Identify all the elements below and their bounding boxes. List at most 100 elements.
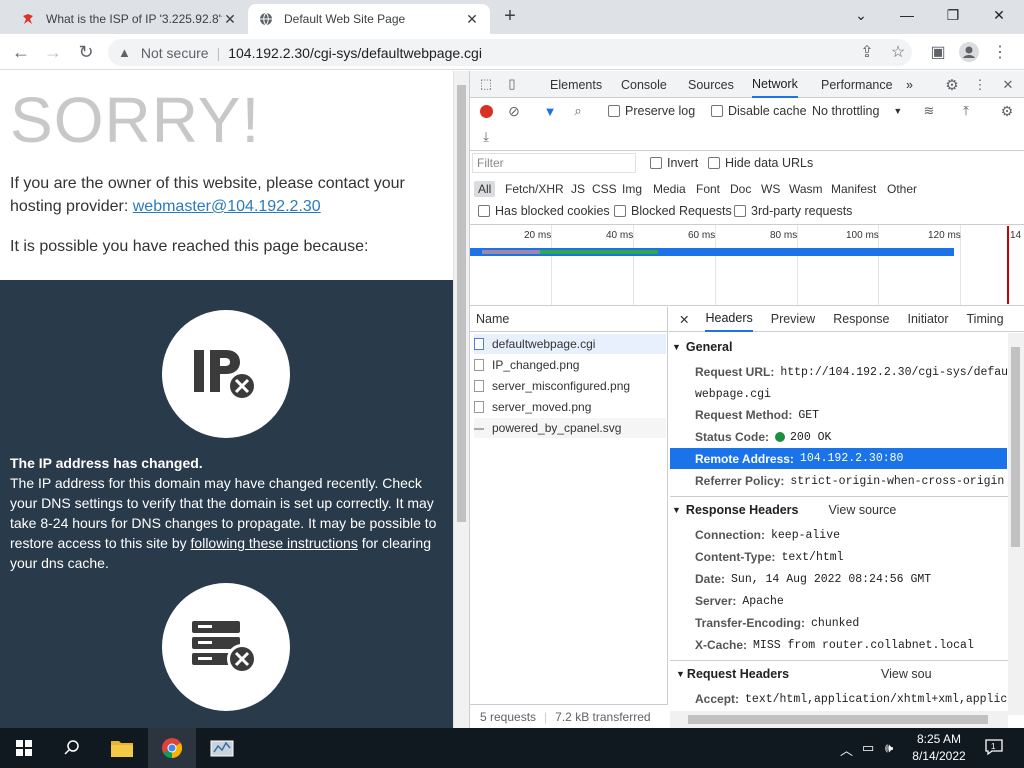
close-devtools-icon[interactable]: ✕ (999, 76, 1017, 94)
filter-input[interactable]: Filter (472, 153, 636, 173)
tab-search-icon[interactable]: ⌄ (838, 0, 884, 30)
type-filter-manifest[interactable]: Manifest (831, 181, 876, 197)
third-party-checkbox[interactable]: 3rd-party requests (734, 204, 852, 218)
type-filter-font[interactable]: Font (696, 181, 720, 197)
chrome-taskbar-icon[interactable] (148, 728, 196, 768)
type-filter-ws[interactable]: WS (761, 181, 780, 197)
tab-performance[interactable]: Performance (821, 71, 893, 98)
clear-icon[interactable]: ⊘ (506, 103, 522, 119)
blocked-cookies-checkbox[interactable]: Has blocked cookies (478, 204, 610, 218)
tab-isp-lookup[interactable]: What is the ISP of IP '3.225.92.8'? ✕ (10, 4, 248, 34)
network-conditions-icon[interactable]: ≋ (920, 103, 938, 119)
tab-network[interactable]: Network (752, 71, 798, 98)
tab-response[interactable]: Response (833, 307, 889, 332)
minimize-icon[interactable]: — (884, 0, 930, 30)
bookmark-star-icon[interactable]: ☆ (886, 40, 910, 64)
search-icon[interactable]: ⌕ (570, 103, 586, 119)
restore-icon[interactable]: ❐ (930, 0, 976, 30)
type-filter-doc[interactable]: Doc (730, 181, 751, 197)
export-har-icon[interactable]: ⤓ (478, 129, 494, 145)
tab-elements[interactable]: Elements (550, 71, 602, 98)
tab-console[interactable]: Console (621, 71, 667, 98)
view-source-link[interactable]: View source (828, 503, 896, 517)
checkbox-box[interactable] (711, 105, 723, 117)
tab-preview[interactable]: Preview (771, 307, 815, 332)
network-settings-icon[interactable]: ⚙ (999, 103, 1015, 119)
show-hidden-icons[interactable]: ︿ (840, 740, 853, 759)
checkbox-box[interactable] (478, 205, 490, 217)
close-tab-icon[interactable]: ✕ (222, 11, 238, 28)
network-tool-taskbar-icon[interactable] (198, 728, 246, 768)
import-har-icon[interactable]: ⤒ (958, 103, 974, 119)
request-row[interactable]: defaultwebpage.cgi (474, 334, 666, 354)
tab-sources[interactable]: Sources (688, 71, 734, 98)
close-details-icon[interactable]: ✕ (679, 307, 689, 332)
request-headers-section-header[interactable]: ▼ Request Headers View sou (676, 667, 1008, 681)
general-section-header[interactable]: ▼ General (672, 340, 732, 354)
details-vertical-scrollbar[interactable] (1008, 333, 1024, 715)
file-explorer-icon[interactable] (98, 728, 146, 768)
details-horizontal-scrollbar[interactable] (670, 711, 1008, 728)
invert-checkbox[interactable]: Invert (650, 156, 698, 170)
disable-cache-checkbox[interactable]: Disable cache (711, 104, 807, 118)
tab-timing[interactable]: Timing (967, 307, 1004, 332)
tab-headers[interactable]: Headers (705, 307, 753, 332)
type-filter-css[interactable]: CSS (592, 181, 617, 197)
tab-default-web-site[interactable]: Default Web Site Page ✕ (248, 4, 490, 34)
new-tab-icon[interactable]: + (498, 5, 522, 29)
checkbox-box[interactable] (708, 157, 720, 169)
view-source-link[interactable]: View sou (881, 667, 932, 681)
remote-address-row[interactable]: Remote Address: 104.192.2.30:80 (670, 448, 1007, 469)
more-tabs-icon[interactable]: » (906, 71, 913, 98)
request-row[interactable]: powered_by_cpanel.svg (474, 418, 666, 438)
side-panel-icon[interactable]: ▣ (926, 40, 950, 64)
checkbox-box[interactable] (614, 205, 626, 217)
close-tab-icon[interactable]: ✕ (464, 11, 480, 28)
type-filter-media[interactable]: Media (653, 181, 686, 197)
scrollbar-thumb[interactable] (688, 715, 988, 724)
reload-icon[interactable]: ↻ (74, 40, 98, 64)
checkbox-box[interactable] (650, 157, 662, 169)
throttling-select[interactable]: No throttling ▼ (812, 104, 902, 118)
page-scrollbar[interactable] (453, 71, 469, 728)
start-windows-icon[interactable] (0, 728, 48, 768)
device-toolbar-icon[interactable]: ▯ (504, 76, 520, 92)
request-row[interactable]: server_moved.png (474, 397, 666, 417)
forward-icon[interactable]: → (41, 40, 65, 64)
checkbox-box[interactable] (608, 105, 620, 117)
devtools-menu-icon[interactable]: ⋮ (971, 76, 989, 94)
name-column-header[interactable]: Name (470, 307, 668, 332)
settings-gear-icon[interactable]: ⚙ (943, 76, 961, 94)
hide-data-urls-checkbox[interactable]: Hide data URLs (708, 156, 813, 170)
type-filter-all[interactable]: All (474, 181, 496, 197)
record-icon[interactable] (478, 103, 494, 119)
back-icon[interactable]: ← (9, 40, 33, 64)
scrollbar-thumb[interactable] (457, 85, 466, 522)
type-filter-other[interactable]: Other (887, 181, 917, 197)
search-taskbar-icon[interactable] (48, 728, 96, 768)
volume-tray-icon[interactable]: 🕪 (885, 740, 893, 756)
type-filter-js[interactable]: JS (571, 181, 585, 197)
filter-funnel-icon[interactable]: ▼ (542, 103, 558, 119)
preserve-log-checkbox[interactable]: Preserve log (608, 104, 695, 118)
inspect-element-icon[interactable]: ⬚ (478, 76, 494, 92)
system-clock[interactable]: 8:25 AM 8/14/2022 (905, 731, 973, 765)
contact-email-link[interactable]: webmaster@104.192.2.30 (133, 198, 321, 215)
type-filter-wasm[interactable]: Wasm (789, 181, 823, 197)
request-row[interactable]: IP_changed.png (474, 355, 666, 375)
request-row[interactable]: server_misconfigured.png (474, 376, 666, 396)
menu-kebab-icon[interactable]: ⋮ (988, 40, 1012, 64)
response-headers-section-header[interactable]: ▼ Response Headers View source (672, 503, 896, 517)
close-window-icon[interactable]: ✕ (976, 0, 1022, 30)
profile-avatar-icon[interactable] (957, 40, 981, 64)
instructions-link[interactable]: following these instructions (191, 535, 358, 551)
type-filter-fetch-xhr[interactable]: Fetch/XHR (505, 181, 564, 197)
network-tray-icon[interactable]: ▭ (862, 740, 874, 756)
share-icon[interactable]: ⇪ (855, 40, 879, 64)
checkbox-box[interactable] (734, 205, 746, 217)
blocked-requests-checkbox[interactable]: Blocked Requests (614, 204, 732, 218)
tab-initiator[interactable]: Initiator (908, 307, 949, 332)
scrollbar-thumb[interactable] (1011, 347, 1020, 547)
notifications-icon[interactable]: 1 (985, 738, 1003, 759)
address-bar[interactable]: ▲ Not secure | 104.192.2.30/cgi-sys/defa… (108, 39, 912, 66)
